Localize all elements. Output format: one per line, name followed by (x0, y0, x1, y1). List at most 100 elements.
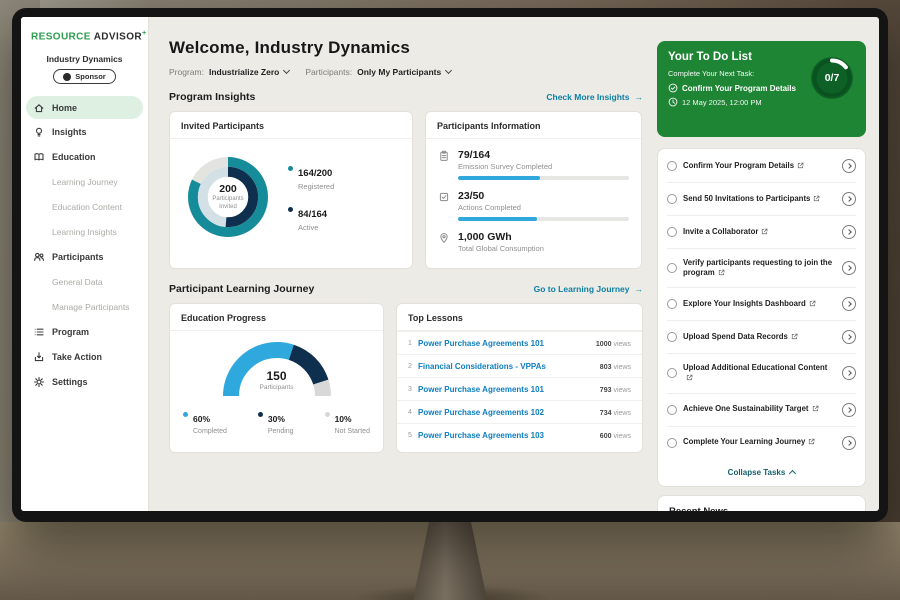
sidebar-item-program[interactable]: Program (21, 319, 148, 344)
education-progress-gauge-chart: 150 Participants (217, 336, 337, 402)
views-suffix: views (613, 433, 631, 440)
task-expand-button[interactable] (842, 436, 856, 450)
completed-dot-icon (183, 412, 188, 417)
external-link-icon (812, 405, 819, 412)
sidebar-item-label: Participants (52, 252, 104, 262)
sidebar-item-manage-participants[interactable]: Manage Participants (21, 294, 148, 319)
survey-icon (438, 150, 450, 162)
collapse-tasks-label: Collapse Tasks (728, 468, 786, 477)
task-label: Send 50 Invitations to Participants (683, 194, 810, 203)
task-checkbox[interactable] (667, 299, 677, 309)
program-dropdown[interactable]: Industrialize Zero (209, 67, 289, 77)
task-row[interactable]: Achieve One Sustainability Target (667, 393, 856, 426)
task-row[interactable]: Explore Your Insights Dashboard (667, 287, 856, 320)
registered-dot-icon (288, 166, 293, 171)
task-expand-button[interactable] (842, 330, 856, 344)
lesson-link[interactable]: Power Purchase Agreements 101 (418, 339, 588, 348)
stat-value: 23/50 (458, 190, 629, 202)
todo-progress-value: 0/7 (808, 54, 856, 102)
sidebar-item-label: General Data (52, 277, 103, 287)
sidebar-item-settings[interactable]: Settings (21, 369, 148, 394)
sidebar-item-label: Education Content (52, 202, 122, 212)
dashboard-screen: RESOURCE ADVISOR+ Industry Dynamics Spon… (21, 17, 879, 511)
lesson-views: 793views (598, 385, 631, 394)
active-dot-icon (288, 207, 293, 212)
progress-fill (458, 217, 537, 221)
main-content: Welcome, Industry Dynamics Program: Indu… (149, 17, 657, 511)
clock-icon (668, 97, 678, 107)
external-link-icon (791, 333, 798, 340)
check-circle-icon (668, 83, 678, 93)
actions-icon (438, 191, 450, 203)
task-checkbox[interactable] (667, 227, 677, 237)
external-link-icon (686, 374, 693, 381)
task-row[interactable]: Complete Your Learning Journey (667, 426, 856, 459)
top-lessons-card: Top Lessons 1 Power Purchase Agreements … (396, 303, 643, 453)
task-checkbox[interactable] (667, 161, 677, 171)
program-insights-cards: Invited Participants (169, 111, 643, 269)
monitor: RESOURCE ADVISOR+ Industry Dynamics Spon… (12, 8, 888, 522)
task-row[interactable]: Upload Spend Data Records (667, 320, 856, 353)
go-to-learning-journey-link[interactable]: Go to Learning Journey → (534, 284, 643, 294)
check-more-insights-link[interactable]: Check More Insights → (546, 92, 643, 102)
card-title: Education Progress (170, 304, 383, 331)
sidebar-item-home[interactable]: Home (26, 96, 143, 119)
task-label: Invite a Collaborator (683, 227, 758, 236)
chevron-down-icon (445, 67, 452, 74)
lesson-link[interactable]: Financial Considerations - VPPAs (418, 362, 592, 371)
sidebar-item-insights[interactable]: Insights (21, 119, 148, 144)
sidebar-item-participants[interactable]: Participants (21, 244, 148, 269)
task-checkbox[interactable] (667, 438, 677, 448)
lesson-views: 803views (598, 362, 631, 371)
stat-global-consumption: 1,000 GWh Total Global Consumption (438, 231, 629, 253)
legend-pending: 30% Pending (258, 409, 294, 435)
lesson-link[interactable]: Power Purchase Agreements 103 (418, 431, 592, 440)
gauge-center-value: 150 (217, 369, 337, 383)
task-row[interactable]: Send 50 Invitations to Participants (667, 182, 856, 215)
sidebar-item-education-content[interactable]: Education Content (21, 194, 148, 219)
task-checkbox[interactable] (667, 263, 677, 273)
task-expand-button[interactable] (842, 366, 856, 380)
program-dropdown-value: Industrialize Zero (209, 67, 279, 77)
donut-center-label: Participants Invited (208, 196, 248, 211)
sidebar-item-label: Manage Participants (52, 302, 130, 312)
gauge-center-label: Participants (217, 384, 337, 391)
lesson-link[interactable]: Power Purchase Agreements 101 (418, 385, 592, 394)
participants-dropdown[interactable]: Only My Participants (357, 67, 451, 77)
external-link-icon (808, 438, 815, 445)
todo-progress-ring: 0/7 (808, 54, 856, 102)
sidebar-item-take-action[interactable]: Take Action (21, 344, 148, 369)
task-row[interactable]: Confirm Your Program Details (667, 150, 856, 182)
task-row[interactable]: Upload Additional Educational Content (667, 353, 856, 392)
learning-journey-cards: Education Progress 150 Participants (169, 303, 643, 453)
sidebar-item-learning-insights[interactable]: Learning Insights (21, 219, 148, 244)
legend-value: 84/164 (298, 209, 327, 220)
link-label: Go to Learning Journey (534, 284, 630, 294)
task-expand-button[interactable] (842, 403, 856, 417)
program-filter-label: Program: (169, 67, 204, 77)
task-expand-button[interactable] (842, 297, 856, 311)
lesson-link[interactable]: Power Purchase Agreements 102 (418, 408, 592, 417)
external-link-icon (813, 195, 820, 202)
task-checkbox[interactable] (667, 332, 677, 342)
task-row[interactable]: Verify participants requesting to join t… (667, 248, 856, 287)
legend-value: 30% (268, 414, 285, 424)
task-expand-button[interactable] (842, 159, 856, 173)
sidebar-item-learning-journey[interactable]: Learning Journey (21, 169, 148, 194)
task-expand-button[interactable] (842, 192, 856, 206)
task-checkbox[interactable] (667, 194, 677, 204)
task-expand-button[interactable] (842, 225, 856, 239)
views-suffix: views (613, 364, 631, 371)
sidebar-item-label: Learning Journey (52, 177, 118, 187)
task-checkbox[interactable] (667, 405, 677, 415)
task-expand-button[interactable] (842, 261, 856, 275)
sidebar-item-general-data[interactable]: General Data (21, 269, 148, 294)
task-row[interactable]: Invite a Collaborator (667, 215, 856, 248)
chevron-right-icon (846, 163, 852, 169)
collapse-tasks-button[interactable]: Collapse Tasks (667, 459, 856, 485)
sidebar-item-education[interactable]: Education (21, 144, 148, 169)
legend-active: 84/164 Active (288, 204, 334, 232)
task-label: Explore Your Insights Dashboard (683, 299, 806, 308)
task-checkbox[interactable] (667, 368, 677, 378)
program-icon (33, 326, 45, 338)
